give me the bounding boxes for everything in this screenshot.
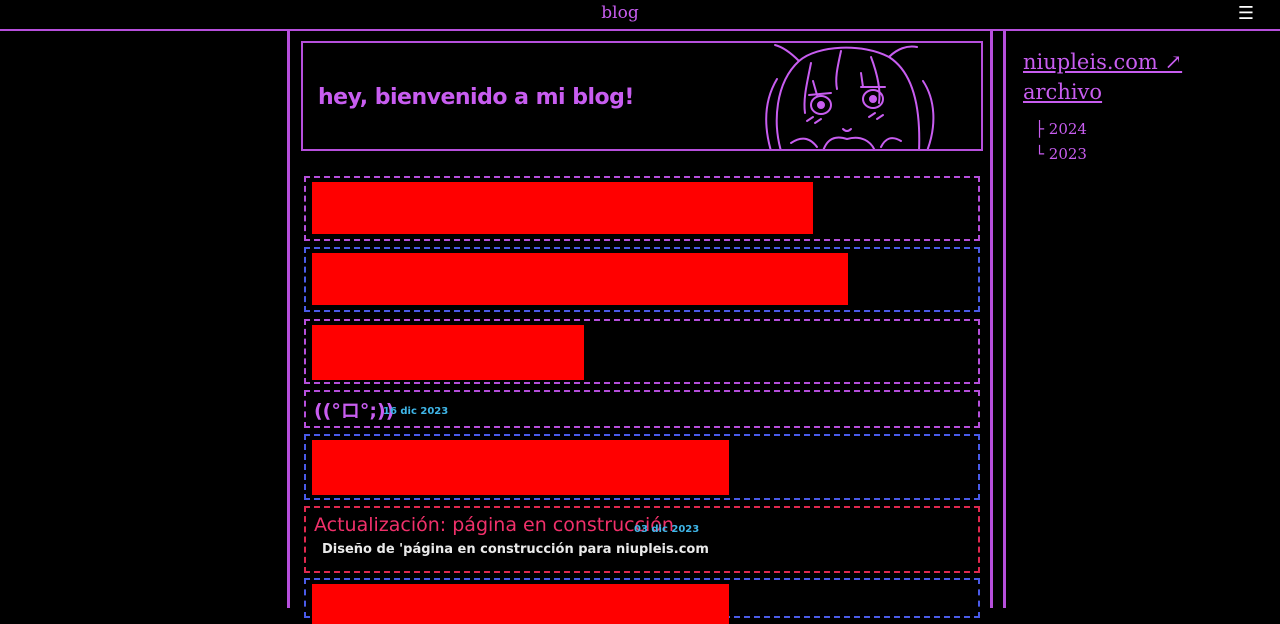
post-title[interactable]: Actualización: página en construcción [314,514,674,536]
post-redacted-2[interactable] [304,247,980,312]
archive-year-2024[interactable]: ├ 2024 [1035,117,1182,142]
main-column: hey, bienvenido a mi blog! ((°ロ°;)) 16 d… [287,31,993,624]
post-update[interactable]: Actualización: página en construcción 03… [304,506,980,573]
welcome-heading: hey, bienvenido a mi blog! [318,85,634,110]
post-kaomoji[interactable]: ((°ロ°;)) 16 dic 2023 [304,390,980,428]
post-redacted-1[interactable] [304,176,980,241]
sidebar: niupleis.com ↗ archivo ├ 2024 └ 2023 [1023,47,1182,167]
post-redacted-3[interactable] [304,319,980,384]
site-title[interactable]: blog [0,3,1240,23]
post-date: 03 dic 2023 [634,524,700,535]
anime-girl-illustration [765,44,935,149]
post-date: 16 dic 2023 [383,406,449,417]
hamburger-menu-icon[interactable]: ☰ [1238,3,1254,24]
redacted-block [312,182,813,234]
redacted-block [312,584,729,624]
archive-years: ├ 2024 └ 2023 [1035,117,1182,167]
sidebar-divider [1003,31,1007,608]
archive-year-2023[interactable]: └ 2023 [1035,142,1182,167]
redacted-block [312,325,584,380]
top-bar: blog ☰ [0,0,1280,31]
post-excerpt: Diseño de 'página en construcción para n… [322,542,709,557]
external-site-link[interactable]: niupleis.com ↗ [1023,47,1182,77]
welcome-banner: hey, bienvenido a mi blog! [301,41,983,151]
redacted-block [312,253,848,305]
redacted-block [312,440,729,495]
post-redacted-4[interactable] [304,434,980,500]
post-redacted-5[interactable] [304,578,980,624]
archive-link[interactable]: archivo [1023,77,1182,107]
